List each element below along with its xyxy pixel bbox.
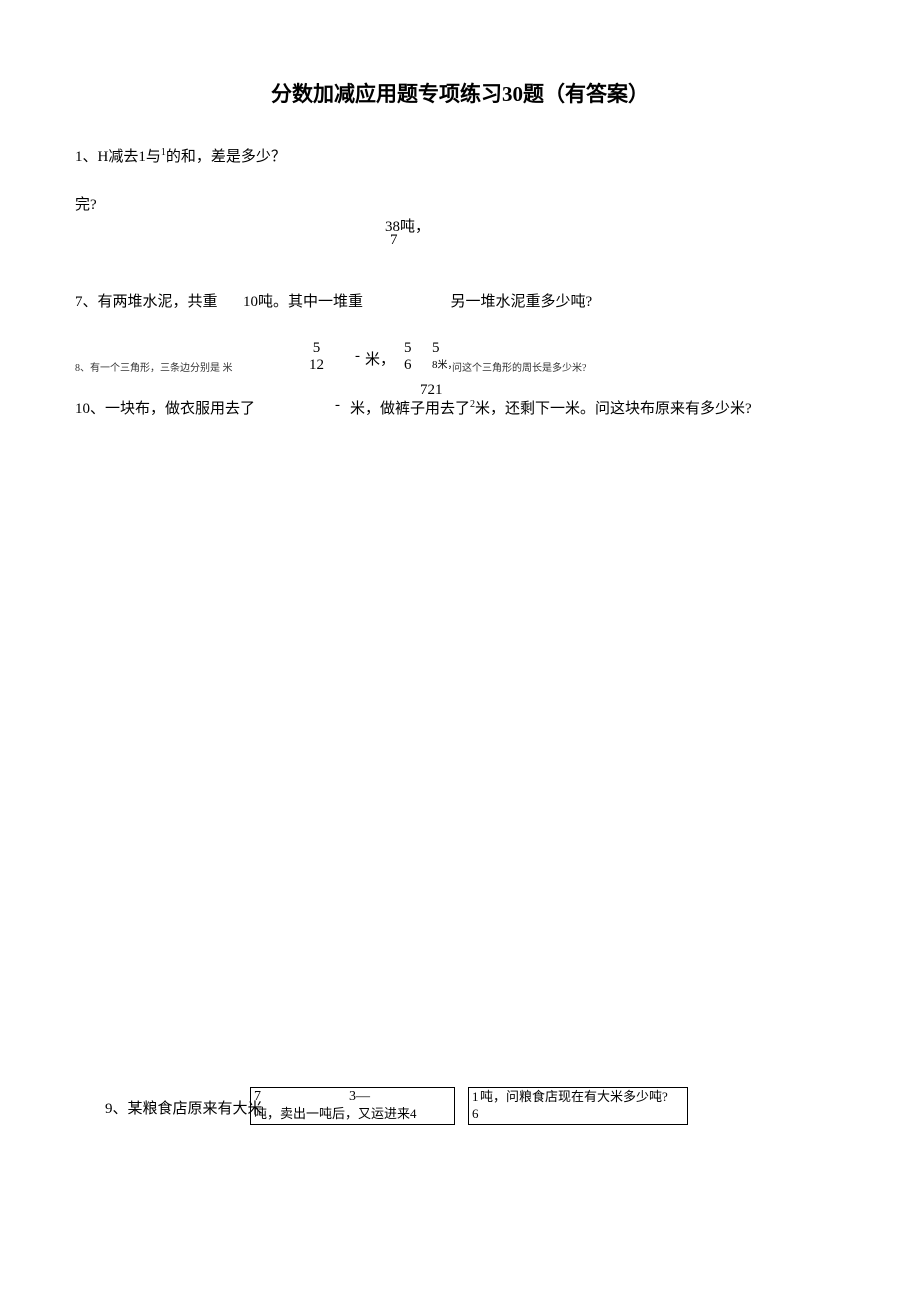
q1-suffix: 的和，差是多少？ xyxy=(166,149,286,165)
q10-tail: 米，做裤子用去了2米，还剩下一米。问这块布原来有多少米? xyxy=(350,397,752,418)
text-wan: 完? xyxy=(75,193,97,214)
q10-rest: 米，还剩下一米。问这块布原来有多少米? xyxy=(475,401,752,417)
q9-label: 9、某粮食店原来有大米 xyxy=(105,1097,263,1118)
q10-dash: - xyxy=(335,397,340,414)
q8-main-faded: 8、有一个三角形，三条边分别是 米 xyxy=(75,359,233,374)
q9-box1-text: 吨，卖出一吨后，又运进来4 xyxy=(254,1106,417,1122)
page-title: 分数加减应用题专项练习30题（有答案） xyxy=(0,0,920,148)
question-10: 10、一块布，做衣服用去了 721 - 米，做裤子用去了2米，还剩下一米。问这块… xyxy=(75,397,875,418)
q9-box2-1: 1 xyxy=(472,1089,479,1105)
q8-tail-faded: 问这个三角形的周长是多少米? xyxy=(452,359,586,374)
q9-box1: 7 3— 吨，卖出一吨后，又运进来4 xyxy=(250,1087,455,1125)
fraction-5-12: 5 12 xyxy=(309,340,324,374)
q9-box1-7: 7 xyxy=(254,1089,261,1105)
q9-box2: 1 6 吨，问粮食店现在有大米多少吨? xyxy=(468,1087,688,1125)
q8-mi: 米， xyxy=(365,348,395,369)
fraction-5-6: 5 6 xyxy=(404,340,412,374)
q9-box1-3: 3— xyxy=(349,1089,370,1105)
q7-p1: 7、有两堆水泥，共重 xyxy=(75,294,218,310)
q7-p2: 10吨。其中一堆重 xyxy=(243,294,363,310)
q10-p1: 10、一块布，做衣服用去了 xyxy=(75,401,255,417)
q1-prefix: 1、H减去1与 xyxy=(75,149,161,165)
q7-p3: 另一堆水泥重多少吨? xyxy=(451,294,593,310)
frac-num: 5 xyxy=(309,340,324,357)
f3-top: 5 xyxy=(432,340,458,357)
question-8: 8、有一个三角形，三条边分别是 米 5 12 - 米， 5 6 5 8米， 问这… xyxy=(75,340,875,380)
text-seven: 7 xyxy=(390,232,398,249)
frac-den: 12 xyxy=(309,357,324,374)
question-1: 1、H减去1与1的和，差是多少？ xyxy=(75,145,286,166)
q9-box2-text: 吨，问粮食店现在有大米多少吨? xyxy=(480,1089,668,1105)
q10-mi: 米，做裤子用去了 xyxy=(350,401,470,417)
f2-top: 5 xyxy=(404,340,412,357)
q8-dash: - xyxy=(355,348,360,365)
q9-box2-6: 6 xyxy=(472,1106,479,1122)
question-7: 7、有两堆水泥，共重 10吨。其中一堆重 另一堆水泥重多少吨? xyxy=(75,290,855,311)
f2-bot: 6 xyxy=(404,357,412,373)
